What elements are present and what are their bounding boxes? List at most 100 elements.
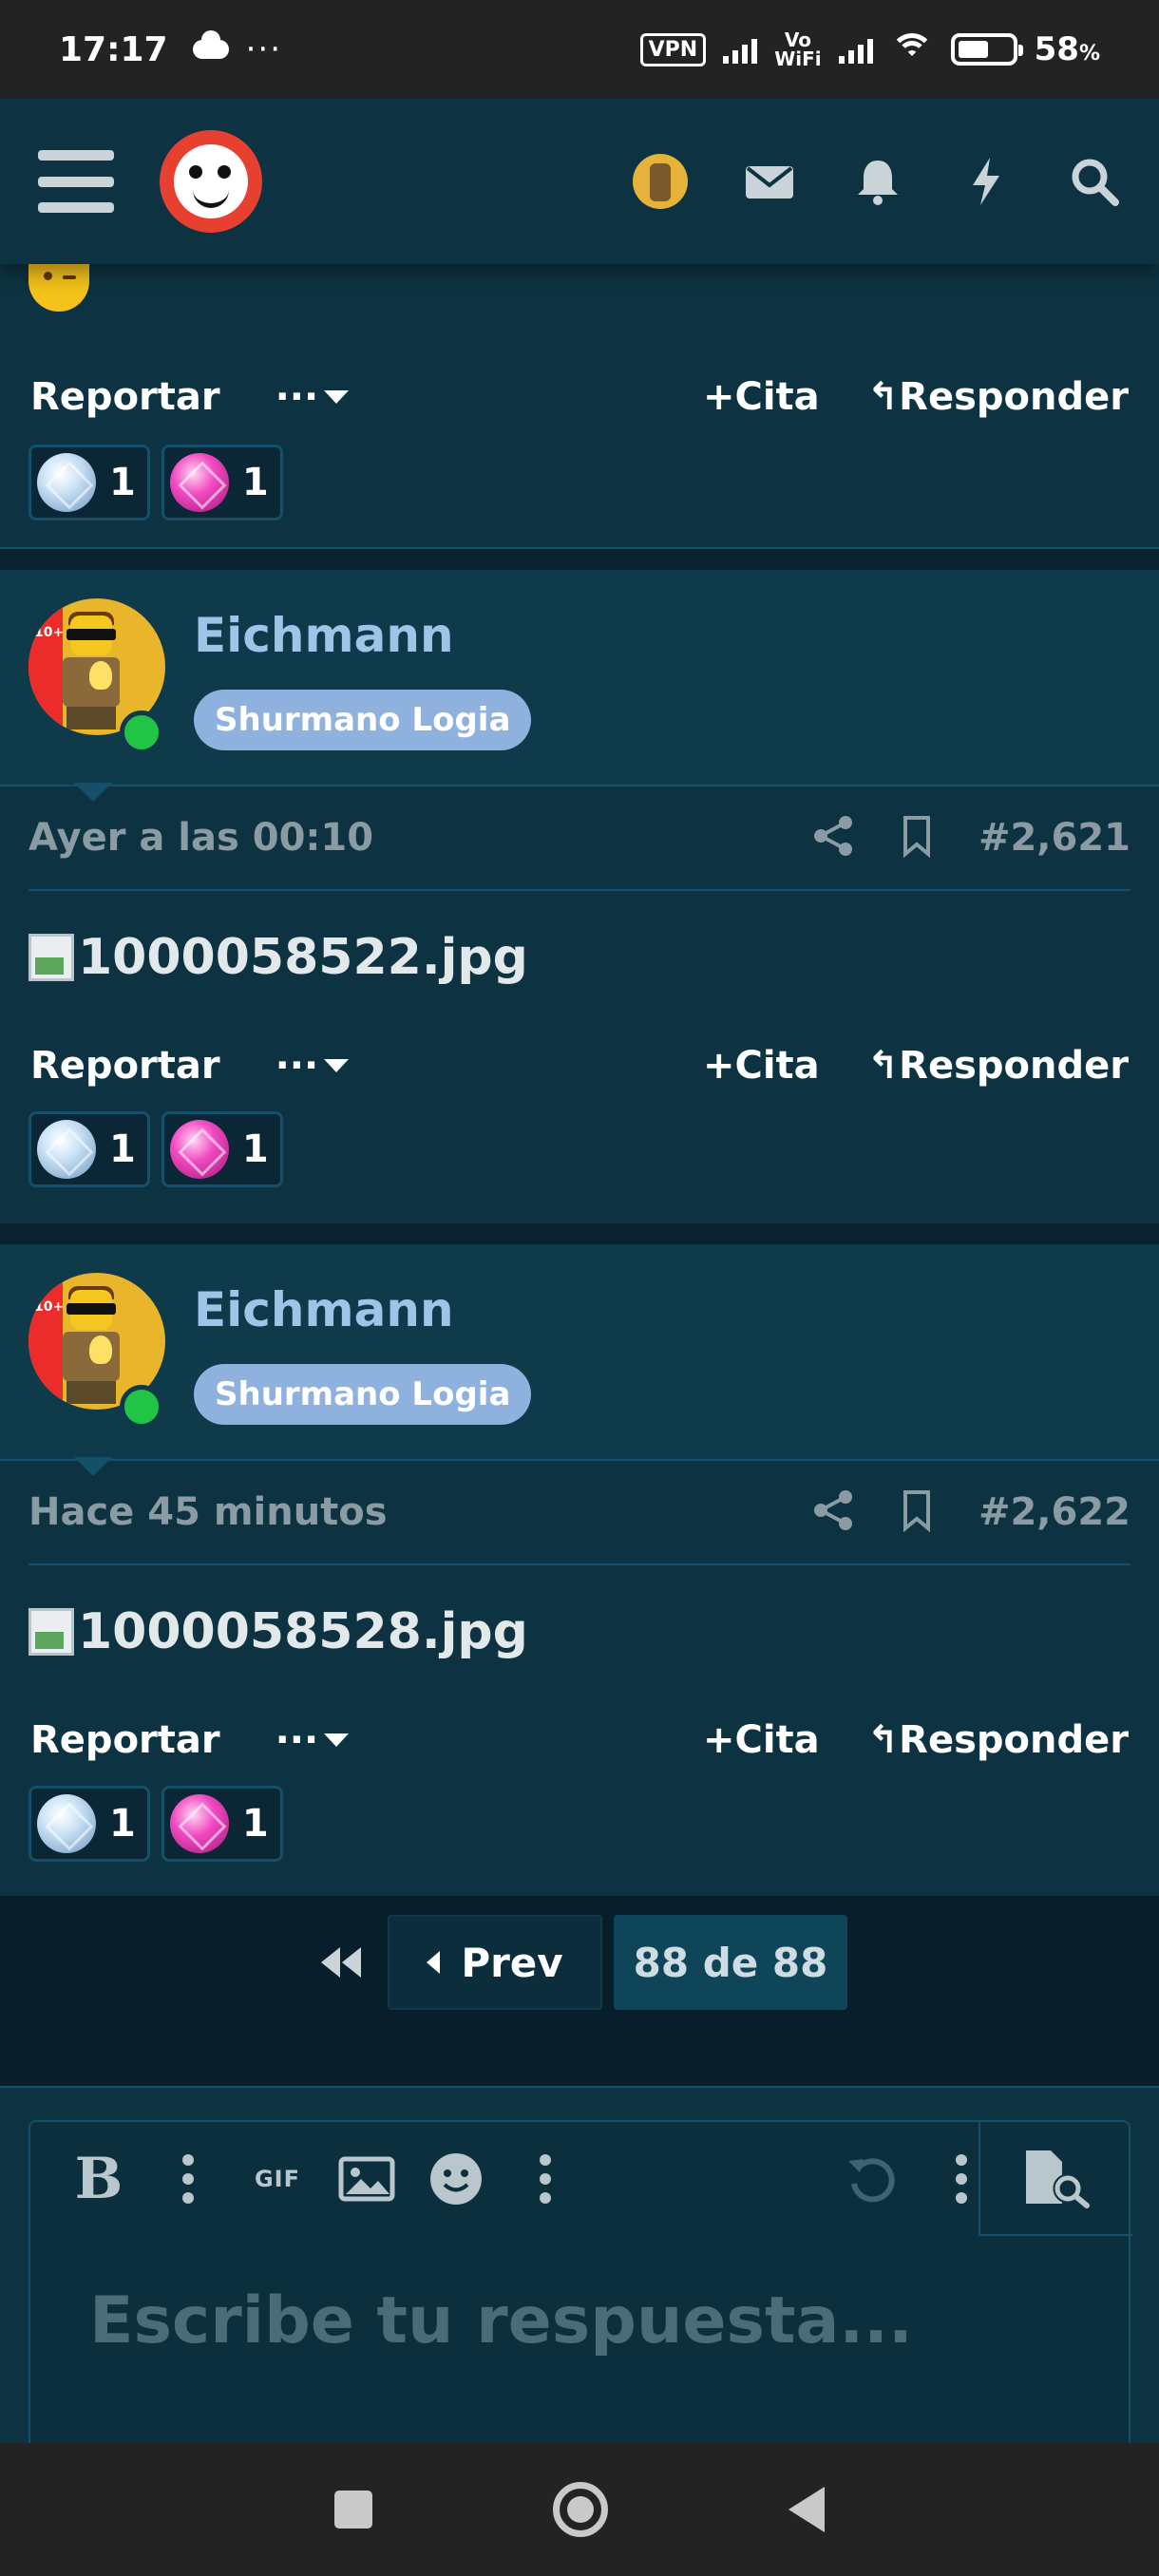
- reaction-badge[interactable]: 1: [161, 1111, 283, 1187]
- reply-arrow-icon: ↰: [866, 375, 900, 419]
- bold-button[interactable]: B: [68, 2146, 129, 2212]
- quote-button[interactable]: +Cita: [703, 1718, 820, 1762]
- app-header: [0, 99, 1159, 264]
- quote-label: Cita: [734, 1718, 820, 1762]
- emoji-icon[interactable]: [426, 2149, 486, 2209]
- more-format-icon[interactable]: [158, 2149, 218, 2209]
- header-actions: [633, 154, 1121, 209]
- post-actions: Reportar ··· +Cita ↰Responder: [0, 1698, 1159, 1782]
- lightning-icon[interactable]: [960, 155, 1013, 208]
- post-meta-actions: #2,621: [811, 814, 1130, 862]
- user-title-badge: Shurmano Logia: [194, 690, 532, 750]
- blue-gem-icon: [37, 1794, 96, 1853]
- post-number[interactable]: #2,621: [978, 816, 1130, 860]
- site-logo[interactable]: [160, 130, 262, 233]
- status-more-dots: ···: [245, 30, 283, 68]
- pink-gem-icon: [169, 1120, 229, 1179]
- signal-icon: [838, 35, 873, 64]
- pink-gem-icon: [169, 453, 229, 512]
- username[interactable]: Eichmann: [194, 608, 454, 663]
- vowifi-bottom: WiFi: [774, 47, 822, 70]
- first-page-icon[interactable]: [314, 1915, 367, 2010]
- editor-toolbar: B GIF: [30, 2122, 1132, 2236]
- preview-icon: [1026, 2150, 1090, 2208]
- avatar[interactable]: [633, 154, 688, 209]
- blue-gem-icon: [37, 453, 96, 512]
- reply-button[interactable]: ↰Responder: [867, 1044, 1129, 1088]
- reaction-count: 1: [109, 1127, 136, 1171]
- caret-down-icon: [324, 1059, 350, 1072]
- quote-button[interactable]: +Cita: [703, 375, 820, 419]
- battery-unit: %: [1078, 42, 1100, 66]
- more-options-button[interactable]: ···: [276, 1718, 350, 1762]
- reaction-badge[interactable]: 1: [28, 1786, 150, 1862]
- search-icon[interactable]: [1068, 155, 1121, 208]
- share-icon[interactable]: [811, 814, 855, 862]
- broken-image-icon: [28, 934, 74, 981]
- reaction-badge[interactable]: 1: [161, 445, 283, 521]
- preview-button[interactable]: [978, 2122, 1132, 2236]
- battery-icon: [950, 33, 1023, 66]
- username[interactable]: Eichmann: [194, 1282, 454, 1337]
- plus-icon: +: [702, 375, 735, 419]
- envelope-icon[interactable]: [743, 155, 796, 208]
- bookmark-icon[interactable]: [895, 1488, 939, 1536]
- reply-input[interactable]: Escribe tu respuesta...: [89, 2283, 913, 2358]
- broken-image-icon: [28, 1608, 74, 1656]
- more-options-button[interactable]: ···: [276, 1044, 350, 1088]
- quote-label: Cita: [734, 1044, 820, 1088]
- post-separator: [0, 549, 1159, 570]
- hamburger-icon[interactable]: [38, 150, 114, 213]
- more-label: ···: [275, 1044, 319, 1088]
- reply-editor-area: B GIF Escribe tu respuesta...: [0, 2086, 1159, 2445]
- reply-button[interactable]: ↰Responder: [867, 375, 1129, 419]
- reaction-badge[interactable]: 1: [161, 1786, 283, 1862]
- pink-gem-icon: [169, 1794, 229, 1853]
- bell-icon[interactable]: [851, 155, 904, 208]
- reaction-count: 1: [241, 1127, 269, 1171]
- gif-button[interactable]: GIF: [247, 2149, 308, 2209]
- online-status-icon: [120, 1385, 163, 1429]
- image-attachment[interactable]: 1000058522.jpg: [78, 929, 528, 986]
- plus-icon: +: [702, 1718, 735, 1762]
- bookmark-icon[interactable]: [895, 814, 939, 862]
- post-separator: [0, 1223, 1159, 1244]
- more-options-button[interactable]: ···: [276, 375, 350, 419]
- pagination: Prev 88 de 88: [0, 1896, 1159, 2086]
- current-page-indicator[interactable]: 88 de 88: [614, 1915, 847, 2010]
- report-button[interactable]: Reportar: [30, 1044, 220, 1088]
- post-meta-actions: #2,622: [811, 1488, 1130, 1536]
- image-icon[interactable]: [336, 2149, 397, 2209]
- report-button[interactable]: Reportar: [30, 1718, 220, 1762]
- reactions-row: 1 1: [0, 1782, 1159, 1883]
- battery-percent: 58%: [1035, 30, 1100, 68]
- status-time: 17:17: [59, 29, 168, 69]
- reply-label: Responder: [899, 1044, 1129, 1088]
- quote-button[interactable]: +Cita: [703, 1044, 820, 1088]
- vowifi-icon: Vo WiFi: [774, 30, 821, 68]
- reply-editor: B GIF Escribe tu respuesta...: [28, 2120, 1132, 2445]
- post-date[interactable]: Hace 45 minutos: [28, 1490, 388, 1534]
- reply-button[interactable]: ↰Responder: [867, 1718, 1129, 1762]
- undo-icon[interactable]: [842, 2149, 902, 2209]
- post-body: 1000058528.jpg: [0, 1565, 1159, 1698]
- reply-label: Responder: [899, 375, 1129, 419]
- reaction-badge[interactable]: 1: [28, 1111, 150, 1187]
- prev-page-button[interactable]: Prev: [388, 1915, 602, 2010]
- back-button[interactable]: [788, 2487, 825, 2532]
- home-button[interactable]: [553, 2482, 608, 2537]
- post: Eichmann Shurmano Logia Hace 45 minutos …: [0, 1244, 1159, 1896]
- reaction-count: 1: [109, 461, 136, 504]
- post-number[interactable]: #2,622: [978, 1490, 1130, 1534]
- recents-button[interactable]: [334, 2491, 372, 2529]
- post-body: 1000058522.jpg: [0, 891, 1159, 1024]
- image-attachment[interactable]: 1000058528.jpg: [78, 1603, 528, 1660]
- post-date[interactable]: Ayer a las 00:10: [28, 816, 373, 860]
- post-author: Eichmann Shurmano Logia: [0, 1244, 1159, 1476]
- reaction-badge[interactable]: 1: [28, 445, 150, 521]
- report-button[interactable]: Reportar: [30, 375, 220, 419]
- more-insert-icon[interactable]: [515, 2149, 576, 2209]
- reply-label: Responder: [899, 1718, 1129, 1762]
- reply-arrow-icon: ↰: [866, 1044, 900, 1088]
- share-icon[interactable]: [811, 1488, 855, 1536]
